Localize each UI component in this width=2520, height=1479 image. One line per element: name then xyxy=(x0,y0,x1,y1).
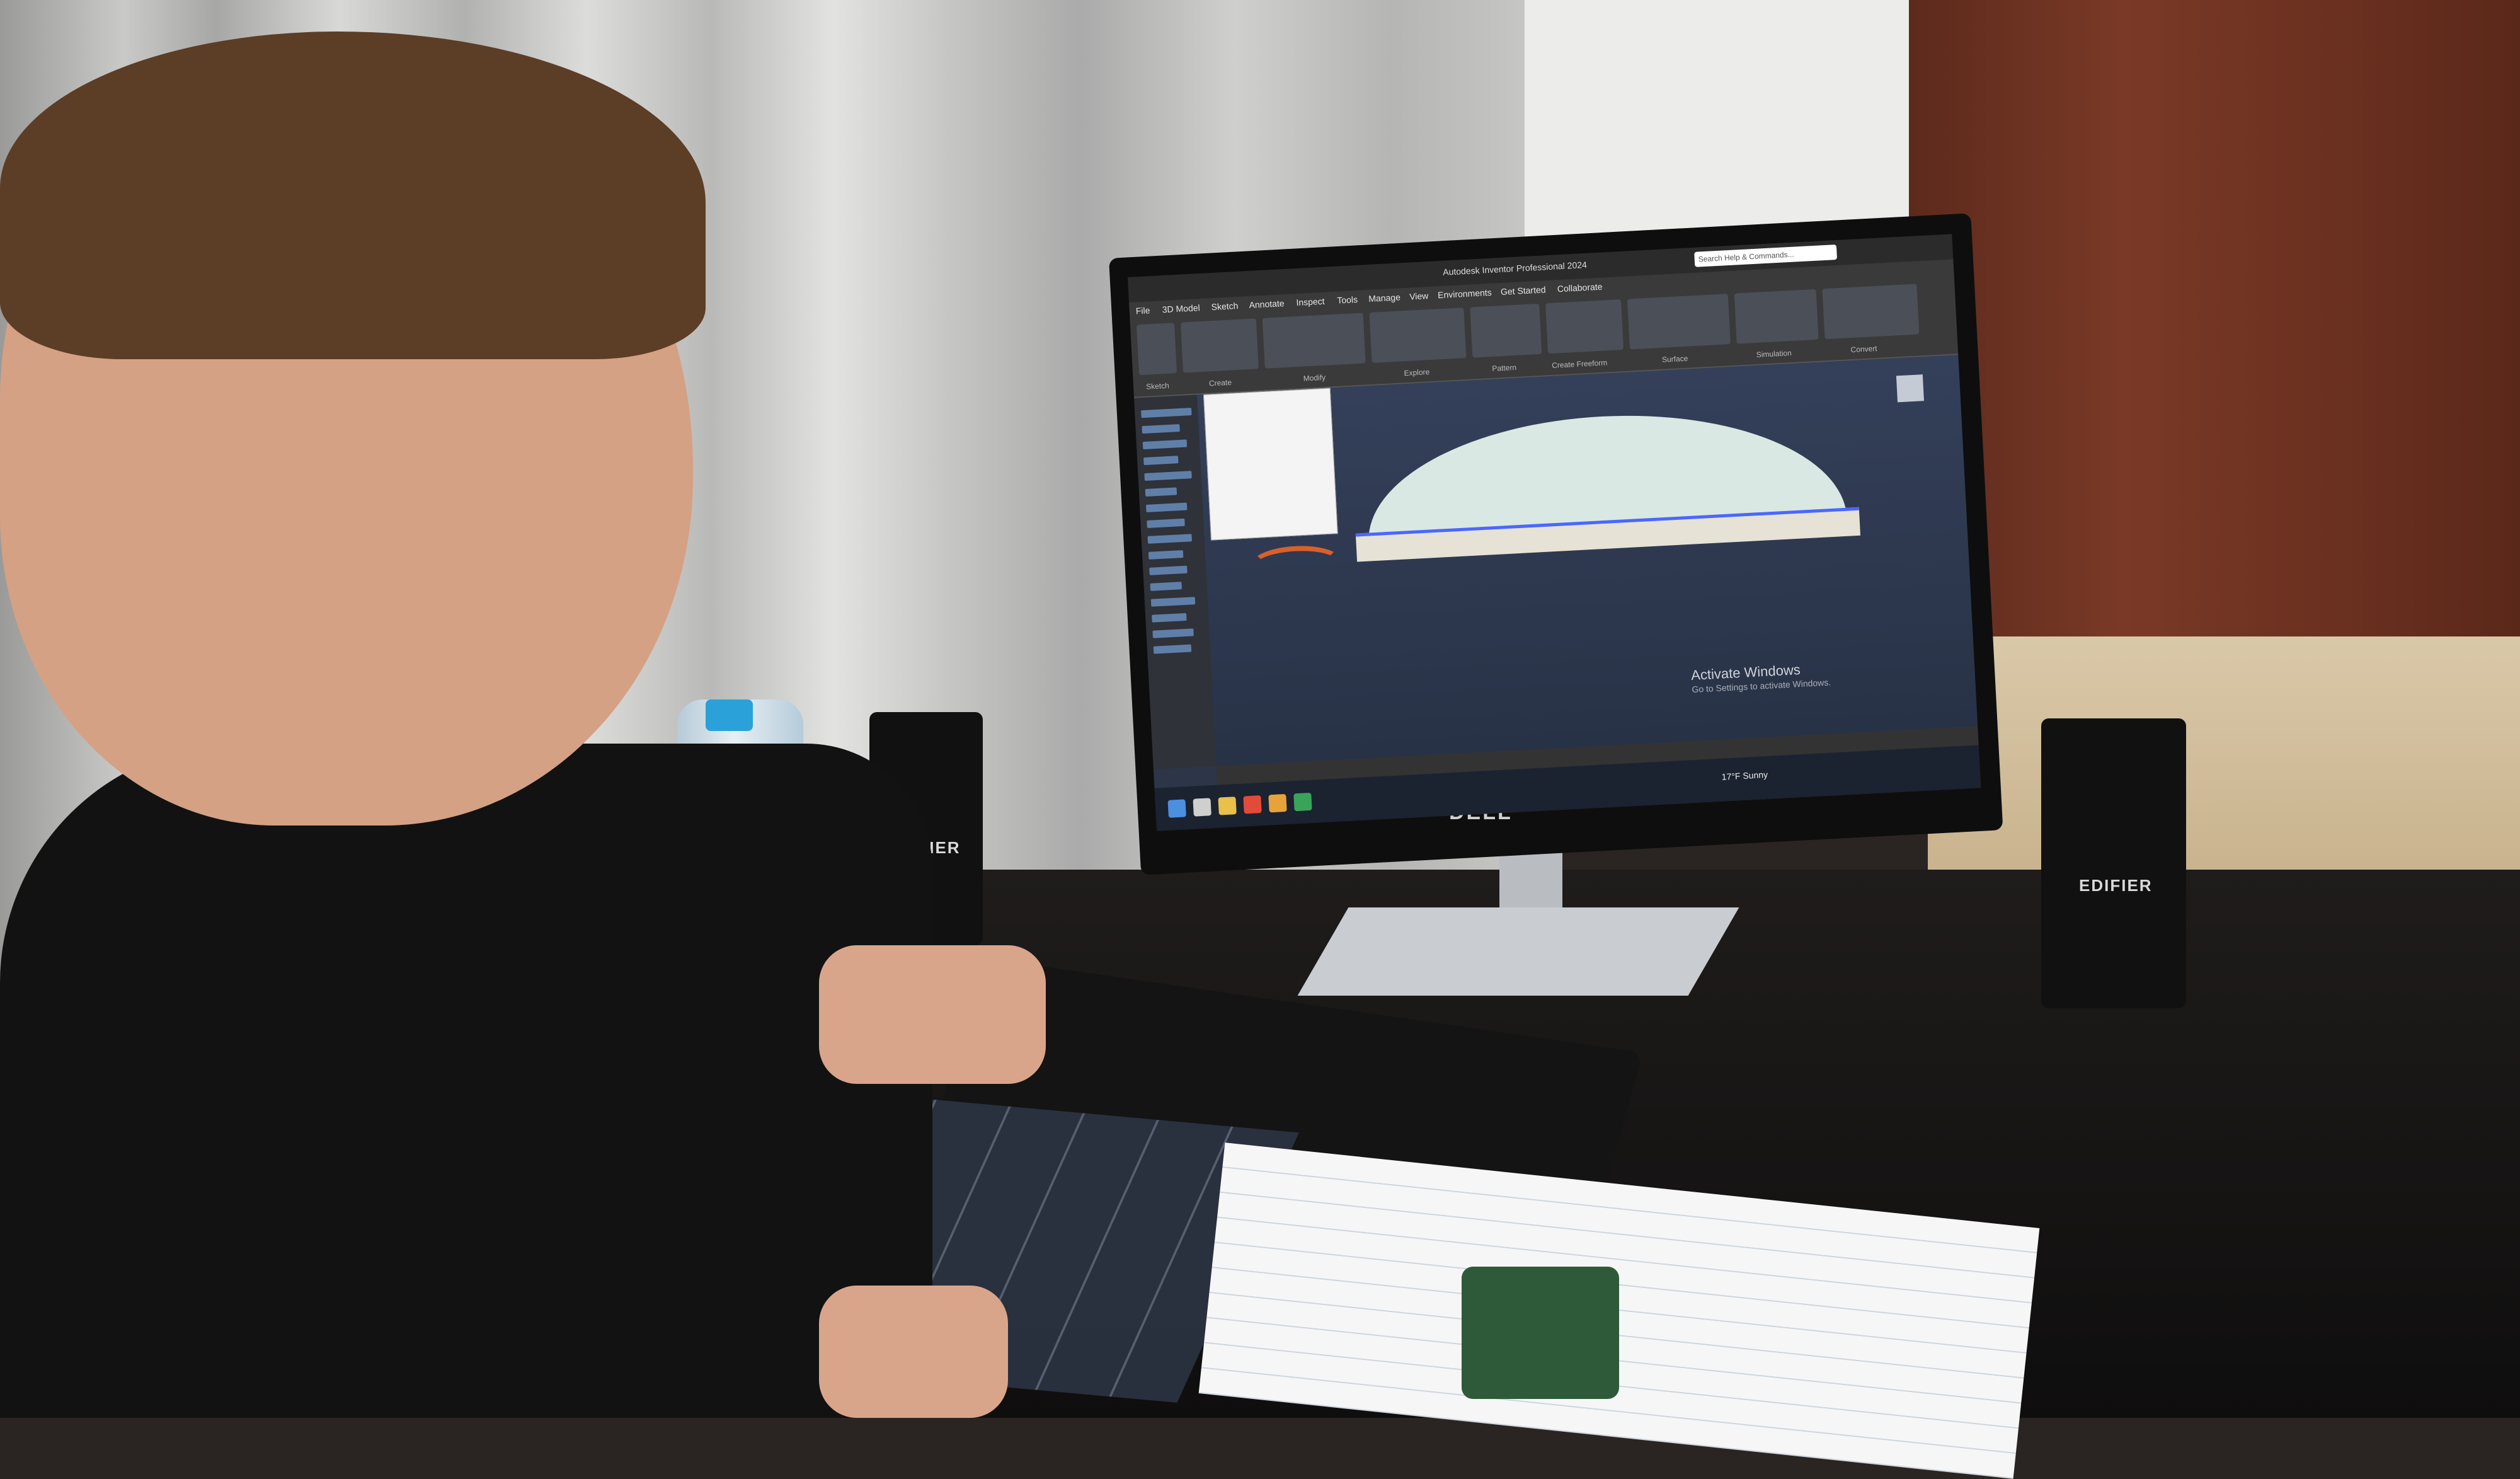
tree-item[interactable] xyxy=(1145,487,1177,497)
tree-item[interactable] xyxy=(1152,613,1187,623)
folder-icon[interactable] xyxy=(1218,797,1237,815)
tree-item[interactable] xyxy=(1142,424,1180,434)
tab-file[interactable]: File xyxy=(1135,305,1150,316)
tree-item[interactable] xyxy=(1145,502,1188,512)
tool-button[interactable] xyxy=(1627,294,1731,350)
tab-tools[interactable]: Tools xyxy=(1337,294,1358,306)
person-hoodie xyxy=(0,744,932,1418)
tab-collaborate[interactable]: Collaborate xyxy=(1557,282,1602,294)
tool-button[interactable] xyxy=(1545,299,1624,354)
wooden-shelf xyxy=(1928,636,2520,907)
tree-item[interactable] xyxy=(1147,518,1185,528)
tool-button[interactable] xyxy=(1734,289,1819,344)
tab-manage[interactable]: Manage xyxy=(1368,292,1400,304)
tool-button[interactable] xyxy=(1369,308,1467,363)
speaker-brand: EDIFIER xyxy=(2079,876,2153,895)
tool-button[interactable] xyxy=(1470,303,1542,358)
tab-sketch[interactable]: Sketch xyxy=(1211,301,1239,312)
tab-3d-model[interactable]: 3D Model xyxy=(1162,302,1200,314)
tree-item[interactable] xyxy=(1150,597,1196,607)
group-label: Convert xyxy=(1850,343,1877,355)
viewcube-icon[interactable] xyxy=(1896,374,1924,403)
tree-item[interactable] xyxy=(1153,644,1192,654)
tab-inspect[interactable]: Inspect xyxy=(1296,296,1325,308)
tree-item[interactable] xyxy=(1147,534,1193,544)
start-icon[interactable] xyxy=(1167,799,1186,818)
search-icon[interactable] xyxy=(1193,798,1211,817)
tool-button[interactable] xyxy=(1262,313,1366,369)
group-label: Create Freeform xyxy=(1551,358,1608,370)
right-hand xyxy=(819,945,1046,1084)
tree-item[interactable] xyxy=(1143,456,1179,466)
tool-button[interactable] xyxy=(1180,318,1259,373)
tree-item[interactable] xyxy=(1144,471,1192,481)
bottle-cap xyxy=(706,699,753,731)
group-label: Modify xyxy=(1303,372,1326,383)
group-label: Explore xyxy=(1404,367,1430,378)
group-label: Pattern xyxy=(1492,362,1517,373)
right-speaker: EDIFIER xyxy=(2041,718,2186,1008)
inventor-icon[interactable] xyxy=(1268,793,1287,813)
group-label: Surface xyxy=(1661,354,1688,364)
tab-annotate[interactable]: Annotate xyxy=(1249,298,1285,310)
tree-item[interactable] xyxy=(1141,407,1192,418)
tree-item[interactable] xyxy=(1149,565,1188,575)
group-label: Simulation xyxy=(1756,348,1792,359)
digital-caliper xyxy=(1462,1267,1619,1399)
monitor-screen: Autodesk Inventor Professional 2024 Sear… xyxy=(1128,234,1981,831)
left-hand xyxy=(819,1286,1008,1418)
app-icon[interactable] xyxy=(1293,792,1312,812)
tree-item[interactable] xyxy=(1152,628,1194,638)
browser-icon[interactable] xyxy=(1243,795,1262,814)
tree-item[interactable] xyxy=(1150,582,1183,591)
wooden-cabinet xyxy=(1909,0,2520,725)
tab-get-started[interactable]: Get Started xyxy=(1501,284,1546,297)
monitor-stand-base xyxy=(1297,907,1739,996)
tab-environments[interactable]: Environments xyxy=(1438,287,1492,300)
tree-item[interactable] xyxy=(1148,550,1184,560)
group-label: Sketch xyxy=(1145,381,1170,391)
tool-button[interactable] xyxy=(1136,323,1177,376)
tab-view[interactable]: View xyxy=(1409,291,1429,302)
group-label: Create xyxy=(1208,377,1232,388)
tree-item[interactable] xyxy=(1142,439,1188,450)
properties-panel[interactable] xyxy=(1203,388,1338,541)
tool-button[interactable] xyxy=(1822,284,1920,340)
